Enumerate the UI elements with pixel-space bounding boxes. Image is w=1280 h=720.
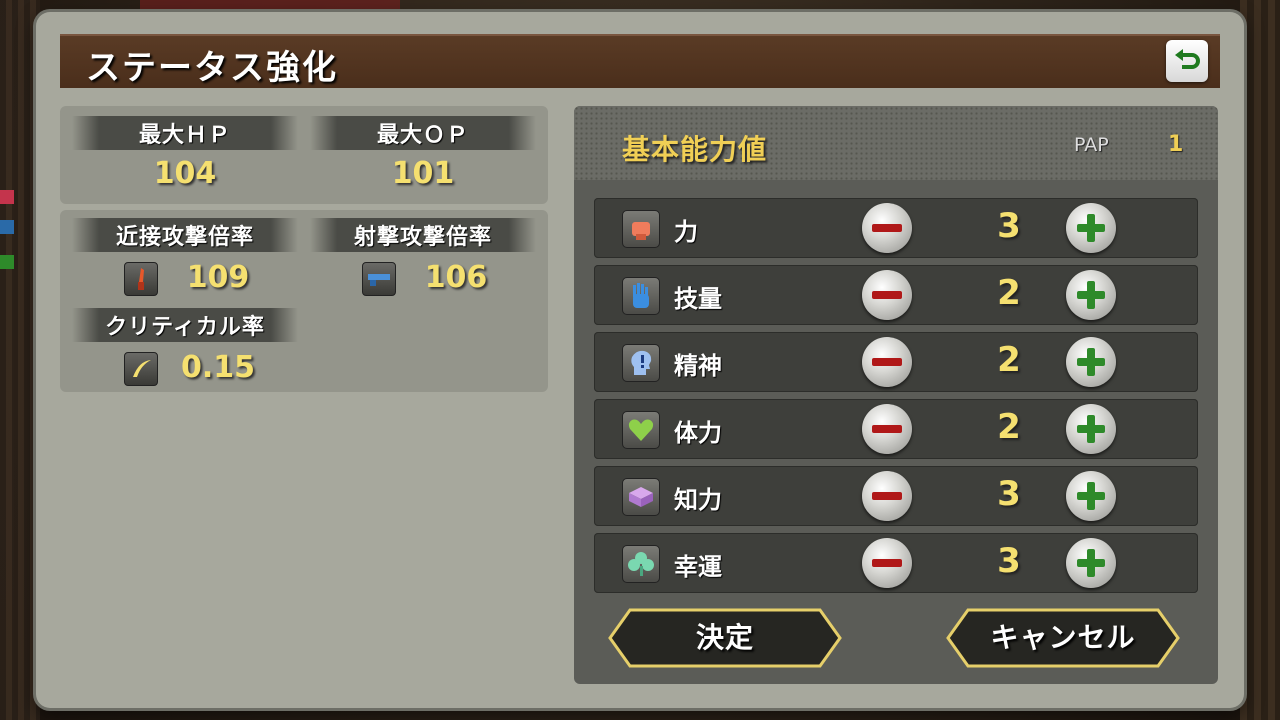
attribute-value: 2 (997, 273, 1021, 313)
attribute-title: 基本能力値 (622, 133, 768, 166)
increase-button[interactable] (1066, 270, 1116, 320)
minus-icon (872, 559, 902, 567)
back-button[interactable] (1166, 40, 1208, 82)
background-pixel (0, 220, 14, 234)
max-hp-label: 最大ＨＰ (72, 116, 298, 150)
critical-value: 0.15 (180, 350, 256, 385)
hud-bar (140, 0, 400, 10)
attribute-panel: 基本能力値 PAP 1 力 3 技量 2 精神 2 体力 2 知力 3 幸運 3 (574, 106, 1218, 684)
attribute-name: 力 (674, 218, 698, 246)
attribute-row-spirit: 精神 2 (594, 332, 1198, 392)
decrease-button[interactable] (862, 337, 912, 387)
decrease-button[interactable] (862, 203, 912, 253)
max-hp-value: 104 (153, 156, 217, 191)
increase-button[interactable] (1066, 538, 1116, 588)
plus-icon (1077, 281, 1105, 309)
increase-button[interactable] (1066, 404, 1116, 454)
minus-icon (872, 492, 902, 500)
increase-button[interactable] (1066, 471, 1116, 521)
clover-icon (622, 545, 660, 583)
plus-icon (1077, 482, 1105, 510)
attribute-value: 2 (997, 340, 1021, 380)
attribute-value: 2 (997, 407, 1021, 447)
background-pixel (0, 190, 14, 204)
ranged-value: 106 (424, 260, 488, 295)
plus-icon (1077, 214, 1105, 242)
attribute-name: 知力 (674, 486, 722, 514)
mind-icon (622, 344, 660, 382)
attribute-header: 基本能力値 PAP 1 (574, 106, 1218, 180)
decrease-button[interactable] (862, 404, 912, 454)
status-dialog: ステータス強化 最大ＨＰ 104 最大ＯＰ 101 近接攻撃倍率 109 射撃攻… (36, 12, 1244, 708)
background-pixel (0, 255, 14, 269)
attribute-value: 3 (997, 541, 1021, 581)
attribute-name: 精神 (674, 352, 722, 380)
pap-label: PAP (1074, 134, 1109, 156)
attribute-row-strength: 力 3 (594, 198, 1198, 258)
minus-icon (872, 358, 902, 366)
minus-icon (872, 224, 902, 232)
plus-icon (1077, 348, 1105, 376)
hand-icon (622, 277, 660, 315)
minus-icon (872, 425, 902, 433)
multiplier-panel: 近接攻撃倍率 109 射撃攻撃倍率 106 クリティカル率 0.15 (60, 210, 548, 392)
max-op-value: 101 (391, 156, 455, 191)
attribute-name: 体力 (674, 419, 722, 447)
title-bar: ステータス強化 (60, 34, 1220, 88)
knife-icon (124, 262, 158, 296)
critical-icon (124, 352, 158, 386)
cancel-label: キャンセル (990, 621, 1136, 654)
attribute-row-luck: 幸運 3 (594, 533, 1198, 593)
gun-icon (362, 262, 396, 296)
ranged-label: 射撃攻撃倍率 (310, 218, 536, 252)
attribute-name: 幸運 (674, 553, 722, 581)
plus-icon (1077, 549, 1105, 577)
decrease-button[interactable] (862, 471, 912, 521)
heart-icon (622, 411, 660, 449)
back-arrow-icon (1175, 49, 1200, 69)
decrease-button[interactable] (862, 538, 912, 588)
hp-op-panel: 最大ＨＰ 104 最大ＯＰ 101 (60, 106, 548, 204)
pap-value: 1 (1168, 132, 1184, 157)
cancel-button[interactable]: キャンセル (946, 608, 1180, 668)
background-right (1240, 0, 1280, 720)
max-op-label: 最大ＯＰ (310, 116, 536, 150)
background-left (0, 0, 40, 720)
attribute-value: 3 (997, 206, 1021, 246)
minus-icon (872, 291, 902, 299)
plus-icon (1077, 415, 1105, 443)
melee-label: 近接攻撃倍率 (72, 218, 298, 252)
attribute-name: 技量 (674, 285, 722, 313)
book-icon (622, 478, 660, 516)
confirm-label: 決定 (695, 621, 754, 654)
increase-button[interactable] (1066, 337, 1116, 387)
increase-button[interactable] (1066, 203, 1116, 253)
confirm-button[interactable]: 決定 (608, 608, 842, 668)
attribute-value: 3 (997, 474, 1021, 514)
critical-label: クリティカル率 (72, 308, 298, 342)
attribute-row-dexterity: 技量 2 (594, 265, 1198, 325)
fist-icon (622, 210, 660, 248)
melee-value: 109 (186, 260, 250, 295)
attribute-row-intelligence: 知力 3 (594, 466, 1198, 526)
attribute-row-stamina: 体力 2 (594, 399, 1198, 459)
dialog-title: ステータス強化 (86, 48, 338, 88)
decrease-button[interactable] (862, 270, 912, 320)
